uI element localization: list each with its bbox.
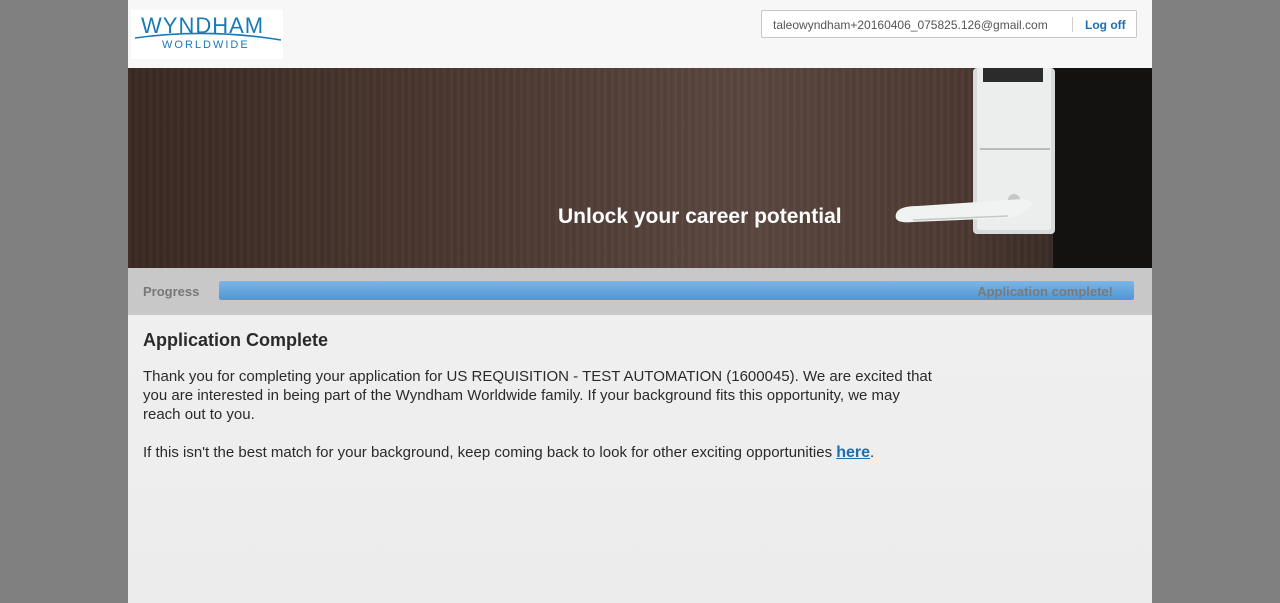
door-handle-icon bbox=[895, 68, 1055, 234]
wyndham-swoosh-icon bbox=[134, 32, 282, 41]
wyndham-logo[interactable]: WYNDHAM WORLDWIDE bbox=[131, 10, 283, 59]
logo-sub-text: WORLDWIDE bbox=[162, 39, 250, 51]
header: WYNDHAM WORLDWIDE taleowyndham+20160406_… bbox=[128, 0, 1152, 68]
period-text: . bbox=[870, 444, 875, 461]
progress-label: Progress bbox=[143, 284, 200, 299]
progress-section: Progress Application complete! bbox=[128, 268, 1152, 315]
banner-tagline: Unlock your career potential bbox=[558, 205, 842, 228]
thank-you-paragraph: Thank you for completing your applicatio… bbox=[143, 368, 932, 423]
user-email: taleowyndham+20160406_075825.126@gmail.c… bbox=[773, 18, 1048, 32]
user-box: taleowyndham+20160406_075825.126@gmail.c… bbox=[761, 10, 1137, 38]
page-title: Application Complete bbox=[143, 330, 329, 350]
hero-banner: Unlock your career potential bbox=[128, 68, 1152, 268]
separator bbox=[1072, 17, 1073, 32]
opportunities-paragraph: If this isn't the best match for your ba… bbox=[143, 443, 943, 462]
opportunities-text: If this isn't the best match for your ba… bbox=[143, 444, 837, 461]
logoff-link[interactable]: Log off bbox=[1085, 18, 1126, 32]
page: WYNDHAM WORLDWIDE taleowyndham+20160406_… bbox=[128, 0, 1152, 603]
here-link[interactable]: here bbox=[836, 444, 870, 461]
progress-bar: Application complete! bbox=[219, 281, 1134, 300]
main-content: Application Complete Thank you for compl… bbox=[143, 330, 943, 462]
progress-status: Application complete! bbox=[977, 284, 1113, 299]
